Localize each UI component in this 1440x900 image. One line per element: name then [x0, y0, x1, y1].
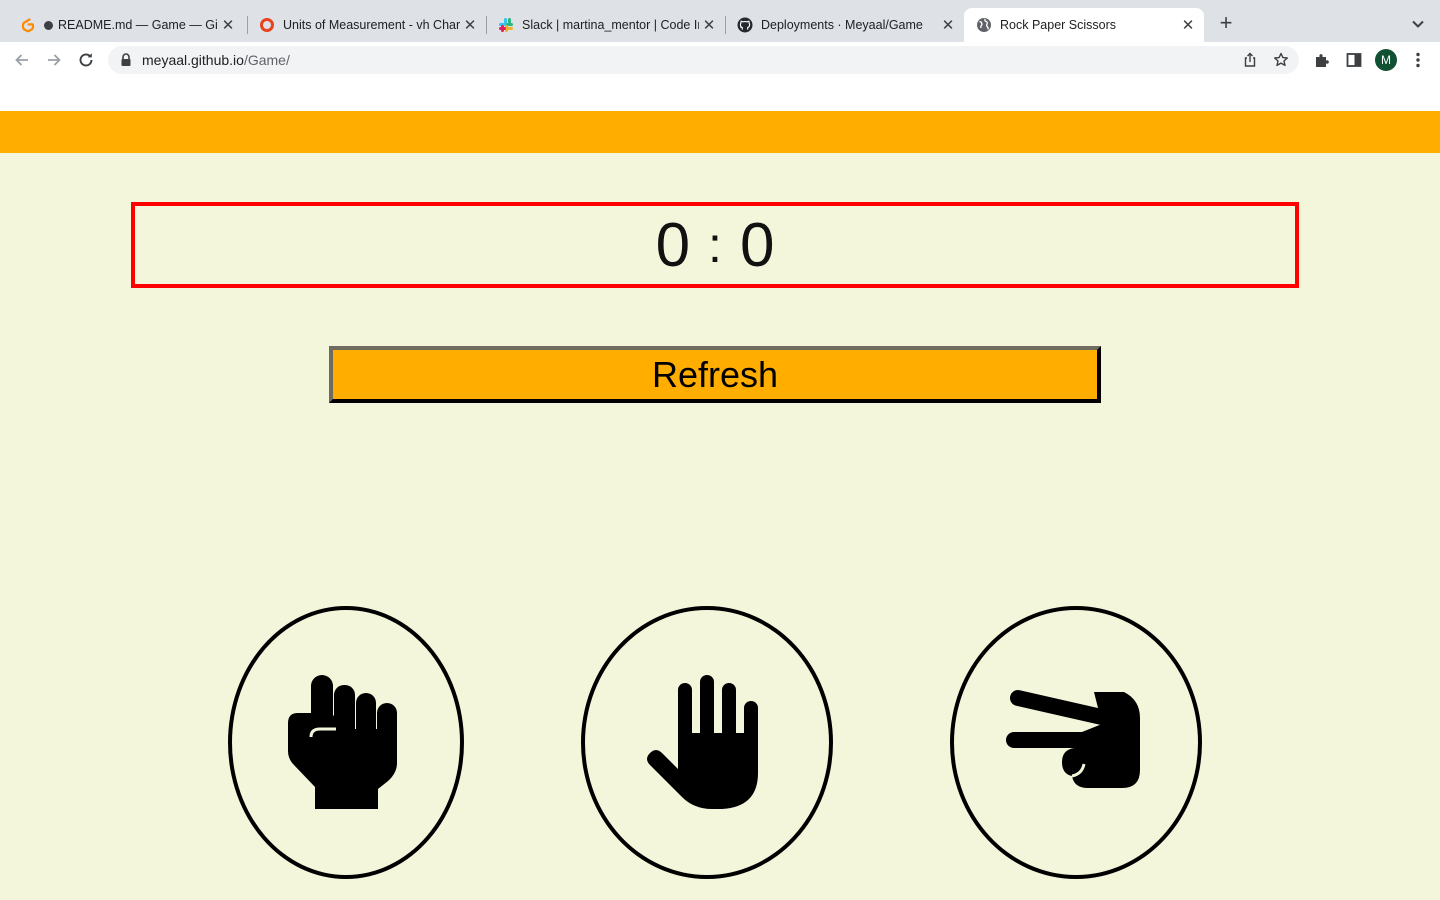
- extensions-puzzle-icon[interactable]: [1312, 50, 1332, 70]
- reload-icon[interactable]: [76, 50, 96, 70]
- page-top-spacer: [0, 78, 1440, 111]
- side-panel-icon[interactable]: [1344, 50, 1364, 70]
- tab-deployments[interactable]: Deployments · Meyaal/Game ✕: [725, 8, 964, 42]
- tab-rock-paper-scissors[interactable]: Rock Paper Scissors ✕: [964, 8, 1204, 42]
- address-bar[interactable]: meyaal.github.io/Game/: [108, 46, 1299, 74]
- scissors-choice-button[interactable]: [950, 606, 1202, 879]
- close-icon[interactable]: ✕: [218, 15, 238, 35]
- scoreboard: 0 : 0: [131, 202, 1299, 288]
- hand-scissors-icon: [1006, 689, 1140, 788]
- unsaved-dot-icon: [44, 20, 53, 30]
- computer-score: 0: [739, 210, 775, 280]
- lock-icon: [120, 53, 132, 67]
- hand-rock-icon: [288, 674, 397, 809]
- chevron-down-icon[interactable]: [1408, 14, 1428, 34]
- close-icon[interactable]: ✕: [938, 15, 958, 35]
- page-viewport: 0 : 0 Refresh: [0, 78, 1440, 900]
- circle-ring-icon: [259, 17, 275, 33]
- tab-title: Deployments · Meyaal/Game: [761, 18, 923, 32]
- profile-avatar[interactable]: M: [1375, 49, 1397, 71]
- new-tab-button[interactable]: +: [1214, 12, 1238, 36]
- tab-title: Rock Paper Scissors: [1000, 18, 1117, 32]
- url-path: /Game/: [243, 52, 290, 68]
- score-separator: :: [708, 217, 722, 273]
- bookmark-star-icon[interactable]: [1273, 52, 1289, 68]
- refresh-button[interactable]: Refresh: [329, 346, 1101, 403]
- close-icon[interactable]: ✕: [1178, 15, 1198, 35]
- tab-title: README.md — Game — Gitpod: [58, 18, 218, 32]
- paper-choice-button[interactable]: [581, 606, 833, 879]
- close-icon[interactable]: ✕: [460, 15, 480, 35]
- tab-title: Units of Measurement - vh Chart: [283, 18, 460, 32]
- tab-title: Slack | martina_mentor | Code Institute: [522, 18, 699, 32]
- more-menu-icon[interactable]: [1408, 50, 1428, 70]
- tab-slack[interactable]: Slack | martina_mentor | Code Institute …: [486, 8, 725, 42]
- url-host: meyaal.github.io: [142, 52, 244, 68]
- forward-arrow-icon[interactable]: [44, 50, 64, 70]
- share-icon[interactable]: [1242, 52, 1258, 68]
- close-icon[interactable]: ✕: [699, 15, 719, 35]
- browser-toolbar: meyaal.github.io/Game/ M: [0, 42, 1440, 78]
- tab-units[interactable]: Units of Measurement - vh Chart ✕: [247, 8, 486, 42]
- player-score: 0: [655, 210, 691, 280]
- header-bar: [0, 111, 1440, 153]
- github-icon: [737, 17, 753, 33]
- gitpod-icon: [20, 17, 36, 33]
- tab-strip: README.md — Game — Gitpod ✕ Units of Mea…: [0, 0, 1440, 42]
- back-arrow-icon[interactable]: [12, 50, 32, 70]
- slack-icon: [498, 17, 514, 33]
- globe-icon: [976, 17, 992, 33]
- rock-choice-button[interactable]: [228, 606, 464, 879]
- tab-readme[interactable]: README.md — Game — Gitpod ✕: [8, 8, 244, 42]
- hand-paper-icon: [647, 674, 758, 809]
